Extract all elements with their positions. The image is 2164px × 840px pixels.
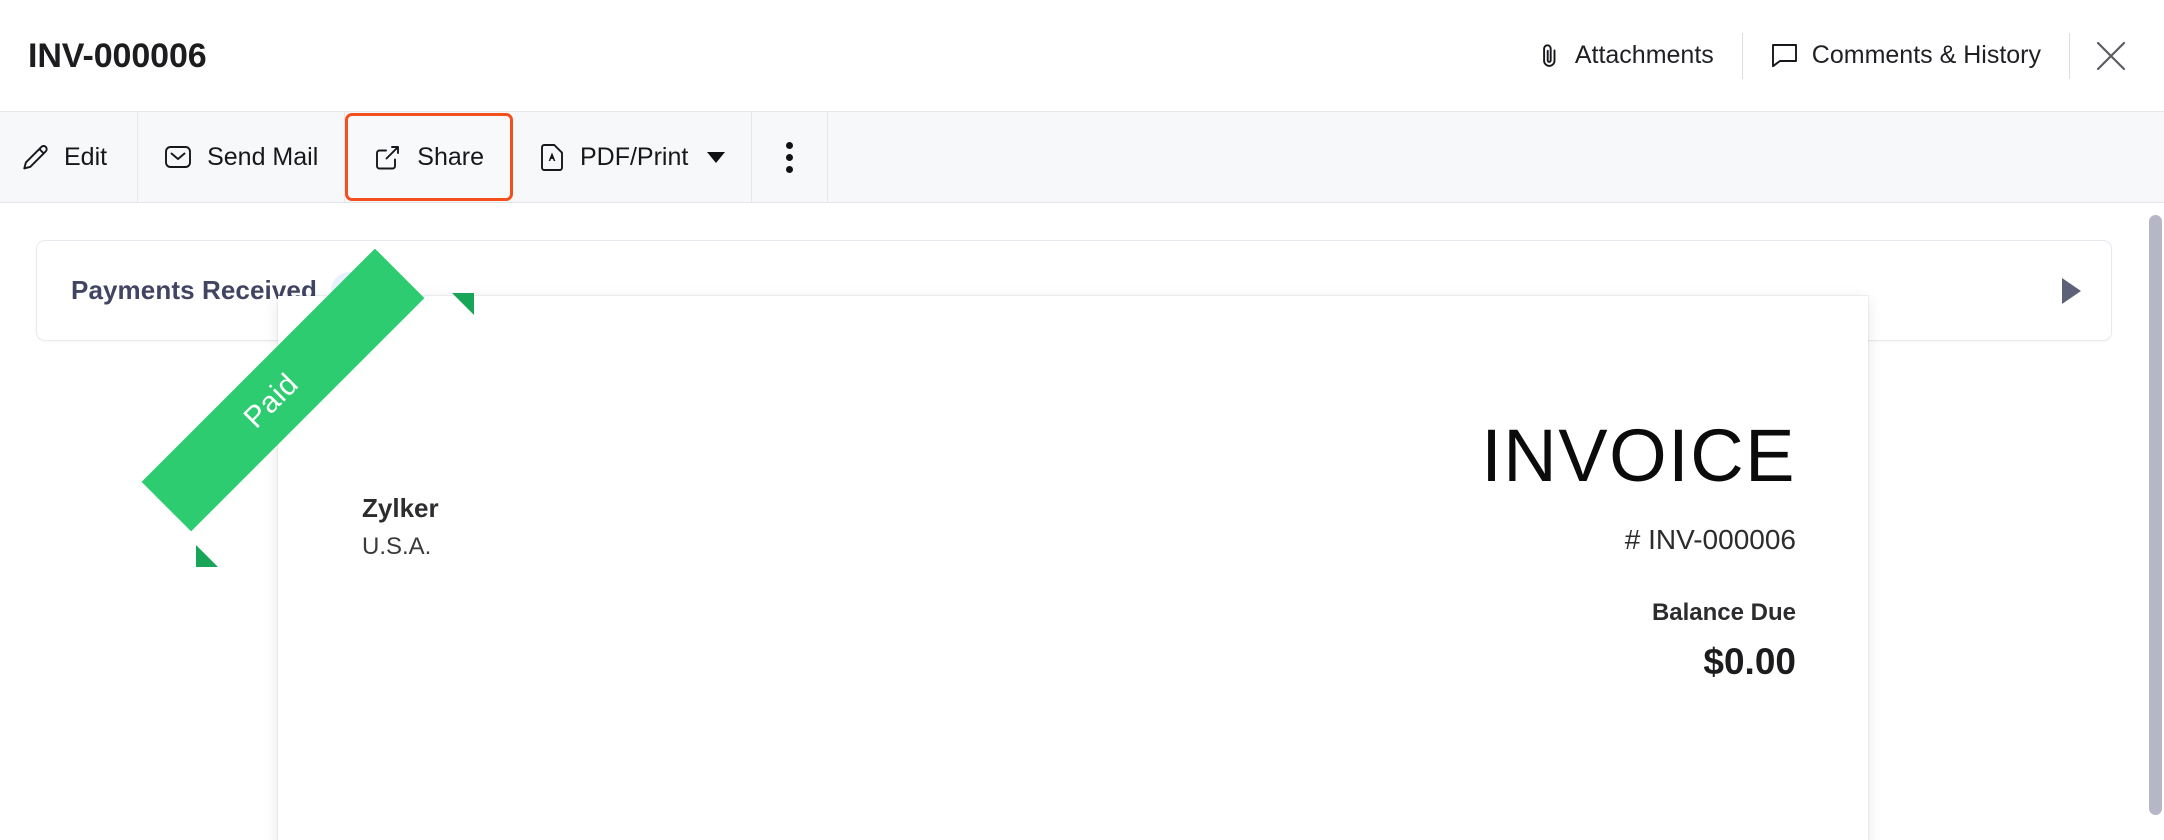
- kebab-menu-icon: [786, 141, 794, 173]
- share-icon: [374, 143, 402, 171]
- organization-block: Zylker U.S.A.: [362, 492, 439, 562]
- ribbon-label: Paid: [237, 367, 306, 435]
- vertical-scrollbar-thumb[interactable]: [2149, 215, 2162, 815]
- invoice-detail-window: INV-000006 Attachments Comments & Histor…: [0, 0, 2164, 840]
- more-actions-button[interactable]: [752, 112, 829, 202]
- invoice-number: # INV-000006: [1624, 524, 1796, 555]
- edit-label: Edit: [64, 142, 108, 171]
- comments-history-label: Comments & History: [1811, 41, 2041, 69]
- balance-due-value: $0.00: [1703, 641, 1796, 682]
- vertical-scrollbar-track[interactable]: [2148, 203, 2164, 840]
- paperclip-icon: [1538, 42, 1561, 69]
- close-icon: [2094, 39, 2128, 73]
- share-label: Share: [417, 142, 484, 171]
- organization-name: Zylker: [362, 493, 439, 523]
- pdf-print-label: PDF/Print: [579, 142, 689, 171]
- invoice-preview-card: Paid Zylker U.S.A. INVOICE # INV-000006 …: [141, 248, 1868, 840]
- send-mail-label: Send Mail: [207, 142, 319, 171]
- chevron-down-icon: [707, 151, 726, 163]
- comment-icon: [1771, 43, 1798, 68]
- comments-history-button[interactable]: Comments & History: [1749, 33, 2063, 79]
- send-mail-button[interactable]: Send Mail: [138, 112, 346, 202]
- triangle-right-icon[interactable]: [2062, 277, 2081, 304]
- pdf-icon: [539, 143, 565, 172]
- organization-country: U.S.A.: [362, 532, 432, 560]
- ribbon-fold-top: [452, 293, 474, 315]
- window-header: INV-000006 Attachments Comments & Histor…: [0, 0, 2164, 111]
- invoice-meta-block: INVOICE # INV-000006 Balance Due $0.00: [1481, 419, 1796, 683]
- attachments-label: Attachments: [1574, 41, 1714, 69]
- attachments-button[interactable]: Attachments: [1516, 33, 1736, 79]
- envelope-icon: [164, 143, 192, 171]
- balance-due-label: Balance Due: [1651, 599, 1796, 626]
- pdf-print-button[interactable]: PDF/Print: [513, 112, 753, 202]
- page-title: INV-000006: [28, 36, 207, 75]
- toolbar-empty-space: [828, 112, 2164, 202]
- share-button[interactable]: Share: [345, 113, 513, 201]
- header-divider-1: [1741, 32, 1743, 79]
- ribbon-fold-left: [196, 545, 218, 567]
- detail-scroll-area: Payments Received 1 Paid Zylker U.S.A. I…: [0, 203, 2164, 840]
- close-button[interactable]: [2084, 29, 2138, 83]
- header-actions: Attachments Comments & History: [1516, 29, 2138, 83]
- header-divider-2: [2069, 32, 2070, 79]
- action-toolbar: Edit Send Mail Share PDF/Print: [0, 111, 2164, 203]
- pencil-icon: [22, 144, 49, 171]
- invoice-heading: INVOICE: [1481, 414, 1796, 497]
- edit-button[interactable]: Edit: [0, 112, 139, 202]
